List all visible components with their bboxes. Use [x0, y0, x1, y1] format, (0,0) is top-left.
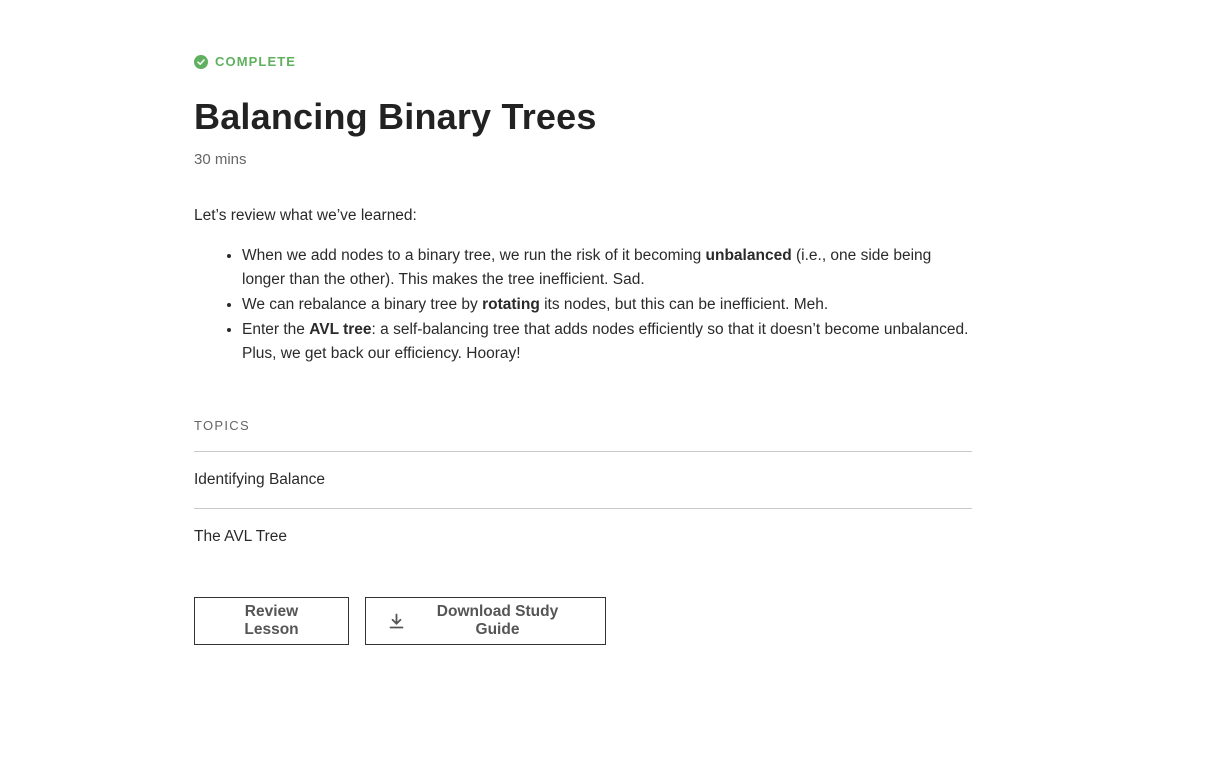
bullet-text: When we add nodes to a binary tree, we r…: [242, 247, 706, 264]
bullet-text: Enter the: [242, 321, 310, 338]
topic-item-identifying-balance[interactable]: Identifying Balance: [194, 451, 972, 508]
list-item: When we add nodes to a binary tree, we r…: [242, 244, 972, 292]
topic-item-avl-tree[interactable]: The AVL Tree: [194, 508, 972, 565]
bullet-bold-term: rotating: [482, 296, 540, 313]
review-lesson-label: Review Lesson: [244, 603, 299, 638]
download-study-guide-label: Download Study Guide: [436, 603, 559, 638]
status-badge: COMPLETE: [194, 54, 296, 69]
topics-heading: TOPICS: [194, 418, 250, 433]
download-study-guide-button[interactable]: Download Study Guide: [365, 597, 606, 645]
topics-list: Identifying Balance The AVL Tree: [194, 451, 972, 565]
bullet-text: We can rebalance a binary tree by: [242, 296, 483, 313]
action-buttons: Review Lesson Download Study Guide: [194, 597, 606, 645]
review-lesson-button[interactable]: Review Lesson: [194, 597, 349, 645]
bullet-text: its nodes, but this can be inefficient. …: [539, 296, 829, 313]
download-icon: [389, 613, 404, 629]
status-label: COMPLETE: [215, 54, 297, 69]
bullet-bold-term: unbalanced: [705, 247, 792, 264]
lesson-duration: 30 mins: [194, 151, 247, 168]
summary-list: When we add nodes to a binary tree, we r…: [194, 244, 972, 367]
intro-text: Let’s review what we’ve learned:: [194, 207, 417, 224]
bullet-bold-term: AVL tree: [309, 321, 372, 338]
page-title: Balancing Binary Trees: [194, 96, 597, 137]
check-circle-icon: [194, 54, 208, 69]
list-item: Enter the AVL tree: a self-balancing tre…: [242, 318, 972, 366]
list-item: We can rebalance a binary tree by rotati…: [242, 293, 972, 317]
